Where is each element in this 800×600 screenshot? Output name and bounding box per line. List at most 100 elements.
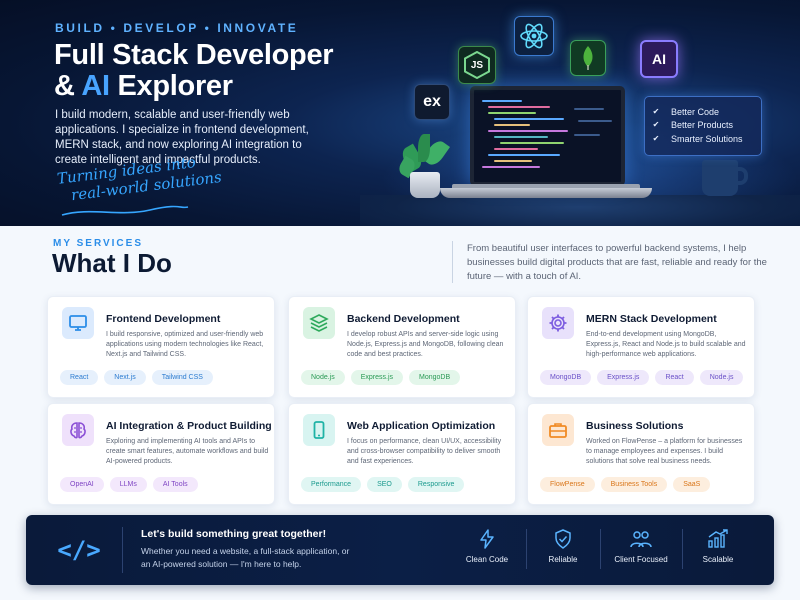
tag: Business Tools [600, 477, 668, 492]
tag: Node.js [301, 370, 345, 385]
tag: Express.js [350, 370, 404, 385]
react-icon [514, 16, 554, 56]
tag: Performance [301, 477, 362, 492]
services-title: What I Do [52, 248, 172, 278]
checklist-item: ✔ Smarter Solutions [651, 132, 755, 145]
tag: OpenAI [60, 477, 104, 492]
services-intro: From beautiful user interfaces to powerf… [467, 243, 767, 282]
users-icon [630, 531, 652, 548]
benefits-checklist: ✔ Better Code ✔ Better Products ✔ Smarter S… [644, 96, 762, 156]
card-tags: React Next.js Tailwind CSS [60, 370, 219, 385]
tag: MongoDB [409, 370, 461, 385]
tag: LLMs [109, 477, 147, 492]
service-card-backend[interactable]: Backend Development I develop robust API… [288, 296, 516, 398]
tag: SaaS [673, 477, 711, 492]
mongodb-icon [570, 40, 606, 76]
nodejs-icon-label: JS [470, 59, 484, 71]
gear-icon [542, 307, 574, 339]
checklist-label: Better Products [671, 120, 734, 130]
shield-check-icon [555, 529, 571, 549]
hero-banner: BUILD • DEVELOP • INNOVATE Full Stack De… [0, 0, 800, 226]
feature-label: Client Focused [614, 555, 668, 564]
card-description: I build responsive, optimized and user-f… [106, 331, 264, 358]
cta-banner: </> Let's build something great together… [26, 515, 774, 585]
check-icon: ✔ [652, 106, 660, 116]
ai-chip-icon: AI [640, 40, 678, 78]
hero-title-suffix: Explorer [109, 70, 233, 102]
desk-surface [360, 195, 800, 226]
cta-text: Whether you need a website, a full-stack… [141, 546, 350, 569]
hero-title-prefix: & [54, 70, 82, 102]
tag: FlowPense [540, 477, 595, 492]
tag: Next.js [104, 370, 146, 385]
card-description: Worked on FlowPense – a platform for bus… [586, 438, 743, 465]
card-title: Backend Development [347, 313, 460, 325]
tag: AI Tools [152, 477, 198, 492]
hero-title-accent: AI [81, 70, 110, 102]
layers-icon [303, 307, 335, 339]
brain-icon [62, 414, 94, 446]
tag: MongoDB [540, 370, 592, 385]
service-card-optimization[interactable]: Web Application Optimization I focus on … [288, 403, 516, 505]
service-card-business[interactable]: Business Solutions Worked on FlowPense –… [527, 403, 755, 505]
feature-scalable: Scalable [683, 529, 753, 573]
card-tags: Performance SEO Responsive [301, 477, 470, 492]
card-title: Business Solutions [586, 420, 684, 432]
card-title: Web Application Optimization [347, 420, 496, 432]
checklist-label: Better Code [671, 106, 720, 117]
service-card-frontend[interactable]: Frontend Development I build responsive,… [47, 296, 275, 398]
feature-clean-code: Clean Code [452, 529, 522, 573]
card-title: Frontend Development [106, 313, 221, 325]
feature-client-focused: Client Focused [606, 529, 676, 573]
card-title: MERN Stack Development [586, 313, 717, 325]
feature-reliable: Reliable [528, 529, 598, 573]
tag: Responsive [407, 477, 465, 492]
tag: Tailwind CSS [151, 370, 213, 385]
feature-label: Clean Code [465, 555, 509, 564]
hero-title-line1: Full Stack Developer [54, 39, 334, 71]
service-card-ai[interactable]: AI Integration & Product Building Explor… [47, 403, 275, 505]
card-description: I focus on performance, clean UI/UX, acc… [347, 438, 502, 465]
cta-title: Let's build something great together! [141, 528, 327, 540]
card-tags: OpenAI LLMs AI Tools [60, 477, 204, 492]
hero-tagline: BUILD • DEVELOP • INNOVATE [55, 21, 299, 35]
feature-label: Scalable [702, 555, 734, 564]
briefcase-icon [542, 414, 574, 446]
checklist-item: ✔ Better Code [651, 105, 755, 118]
tag: Express.js [597, 370, 650, 385]
growth-chart-icon [708, 529, 728, 548]
checklist-label: Smarter Solutions [671, 133, 743, 144]
express-icon-label: ex [423, 93, 441, 110]
feature-divider [526, 529, 527, 569]
tag: SEO [367, 477, 402, 492]
card-tags: FlowPense Business Tools SaaS [540, 477, 716, 492]
card-description: End-to-end development using MongoDB, Ex… [586, 331, 746, 358]
ai-chip-label: AI [652, 51, 666, 67]
mobile-icon [303, 414, 335, 446]
feature-label: Reliable [548, 555, 578, 564]
scribble-underline [61, 205, 189, 216]
checklist-item: ✔ Better Products [651, 119, 755, 132]
monitor-icon [62, 307, 94, 339]
coffee-mug [702, 160, 738, 196]
card-description: Exploring and implementing AI tools and … [106, 438, 269, 465]
nodejs-icon: JS [458, 46, 496, 84]
express-icon: ex [414, 84, 450, 120]
tag: React [655, 370, 694, 385]
check-icon: ✔ [652, 133, 660, 143]
laptop-screen [470, 86, 625, 186]
tag: Node.js [699, 370, 744, 385]
feature-divider [600, 529, 601, 569]
check-icon: ✔ [652, 120, 660, 129]
card-tags: Node.js Express.js MongoDB [301, 370, 466, 385]
lightning-icon [480, 529, 494, 549]
laptop-base [440, 188, 652, 198]
card-tags: MongoDB Express.js React Node.js [540, 370, 749, 385]
service-card-mern[interactable]: MERN Stack Development End-to-end develo… [527, 296, 755, 398]
cta-divider [122, 527, 123, 573]
coffee-mug-handle [734, 167, 748, 185]
hero-title: Full Stack Developer & AI Explorer [54, 39, 334, 102]
tag: React [60, 370, 99, 385]
code-brackets-icon: </> [57, 536, 101, 564]
card-title: AI Integration & Product Building [106, 420, 272, 432]
